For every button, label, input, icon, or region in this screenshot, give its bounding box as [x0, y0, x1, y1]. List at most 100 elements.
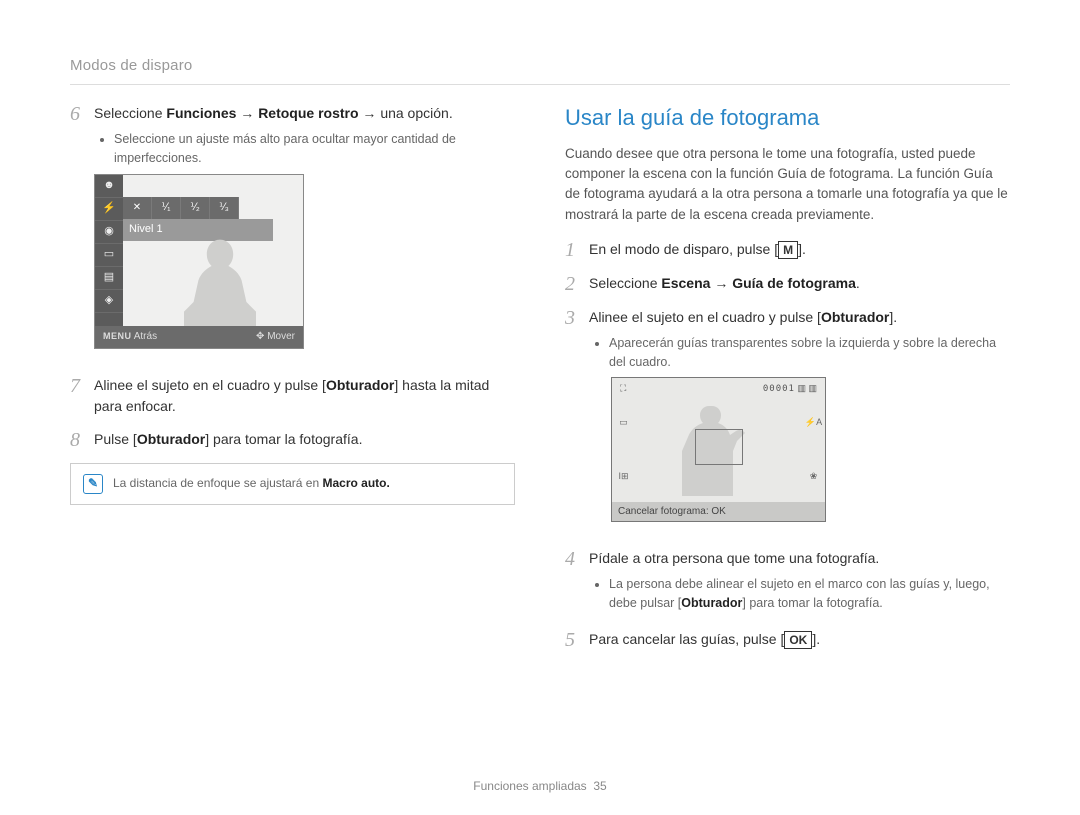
step-4: 4 Pídale a otra persona que tome una fot…: [565, 548, 1010, 617]
step-8: 8 Pulse [Obturador] para tomar la fotogr…: [70, 429, 515, 451]
shot-counter: 00001: [763, 384, 795, 394]
bullet: Aparecerán guías transparentes sobre la …: [609, 334, 1010, 372]
cell-frac3: ⅟₃: [210, 197, 239, 219]
lcd2-top-row: ⛶ 00001 ▥ ▥: [620, 382, 817, 397]
note-text: La distancia de enfoque se ajustará en M…: [113, 475, 390, 492]
step-2: 2 Seleccione Escena → Guía de fotograma.: [565, 273, 1010, 295]
focus-frame: [695, 429, 743, 465]
intro-text: Cuando desee que otra persona le tome un…: [565, 144, 1010, 225]
text: Pídale a otra persona que tome una fotog…: [589, 550, 879, 566]
nav-icon: ✥: [256, 331, 264, 342]
section-divider: [70, 84, 1010, 85]
step-body: Pídale a otra persona que tome una fotog…: [589, 548, 1010, 617]
bold-guia: Guía de fotograma: [732, 275, 856, 291]
text: Para cancelar las guías, pulse [: [589, 631, 784, 647]
step-body: Seleccione Escena → Guía de fotograma.: [589, 273, 1010, 295]
step-body: Seleccione Funciones → Retoque rostro → …: [94, 103, 515, 363]
step-body: Para cancelar las guías, pulse [OK].: [589, 629, 1010, 651]
bold-obturador: Obturador: [681, 596, 742, 610]
step-body: Pulse [Obturador] para tomar la fotograf…: [94, 429, 515, 451]
icon-voice: ◈: [95, 290, 123, 313]
lcd2-top-right: 00001 ▥ ▥: [763, 382, 817, 397]
text: ].: [798, 241, 806, 257]
icon-metering: ◉: [95, 221, 123, 244]
breadcrumb: Modos de disparo: [70, 55, 1010, 76]
lcd-level-cells: ✕ ⅟₁ ⅟₂ ⅟₃: [123, 197, 239, 219]
icon-quality: ▤: [95, 267, 123, 290]
text: ].: [889, 309, 897, 325]
battery-icon: ▥ ▥: [797, 383, 817, 393]
bold-obturador: Obturador: [326, 377, 394, 393]
text: Alinee el sujeto en el cuadro y pulse [: [94, 377, 326, 393]
icon-iso: I⊞: [618, 470, 628, 484]
icon-flash-auto: ⚡A: [805, 416, 822, 430]
text: ].: [812, 631, 820, 647]
mode-indicator-icon: ⛶: [620, 382, 626, 397]
move-label: Mover: [267, 331, 295, 342]
text: ] para tomar la fotografía.: [742, 596, 882, 610]
bold-retoque: Retoque rostro: [258, 105, 358, 121]
step-number: 5: [565, 629, 589, 651]
text: La distancia de enfoque se ajustará en: [113, 476, 322, 490]
note-icon: ✎: [83, 474, 103, 494]
back-label: Atrás: [134, 331, 157, 342]
bold-escena: Escena: [661, 275, 710, 291]
step-7: 7 Alinee el sujeto en el cuadro y pulse …: [70, 375, 515, 417]
step-6: 6 Seleccione Funciones → Retoque rostro …: [70, 103, 515, 363]
page-footer: Funciones ampliadas 35: [0, 778, 1080, 795]
icon-face-retouch: ☻: [95, 175, 123, 198]
icon-size: ▭: [619, 416, 628, 430]
arrow: →: [240, 105, 258, 121]
icon-resolution: ▭: [95, 244, 123, 267]
step-number: 3: [565, 307, 589, 537]
bold-obturador: Obturador: [137, 431, 205, 447]
menu-label: MENU: [103, 331, 132, 341]
step-number: 8: [70, 429, 94, 451]
arrow: →: [362, 105, 380, 121]
footer-section: Funciones ampliadas: [473, 779, 586, 793]
content-columns: 6 Seleccione Funciones → Retoque rostro …: [70, 103, 1010, 663]
text: ] para tomar la fotografía.: [205, 431, 362, 447]
mode-dial-icon: M: [778, 241, 798, 259]
arrow: →: [710, 275, 732, 291]
camera-lcd-retouch: ☻ ⚡ ◉ ▭ ▤ ◈ ✕ ⅟₁ ⅟₂ ⅟₃: [94, 174, 304, 349]
text: una opción.: [380, 105, 452, 121]
ok-button-glyph: OK: [784, 631, 812, 649]
right-column: Usar la guía de fotograma Cuando desee q…: [565, 103, 1010, 663]
bold-funciones: Funciones: [166, 105, 236, 121]
text: Pulse [: [94, 431, 137, 447]
bold-macro: Macro auto.: [322, 476, 389, 490]
step-3: 3 Alinee el sujeto en el cuadro y pulse …: [565, 307, 1010, 537]
lcd-footer-left: MENU Atrás: [103, 329, 157, 344]
step-number: 7: [70, 375, 94, 417]
step-number: 4: [565, 548, 589, 617]
step-number: 6: [70, 103, 94, 363]
cell-frac1: ⅟₁: [152, 197, 181, 219]
bullet: Seleccione un ajuste más alto para ocult…: [114, 130, 515, 168]
cell-off: ✕: [123, 197, 152, 219]
lcd-icon-column: ☻ ⚡ ◉ ▭ ▤ ◈: [95, 175, 123, 348]
step-1: 1 En el modo de disparo, pulse [M].: [565, 239, 1010, 261]
bullet: La persona debe alinear el sujeto en el …: [609, 575, 1010, 613]
left-column: 6 Seleccione Funciones → Retoque rostro …: [70, 103, 515, 663]
step-body: Alinee el sujeto en el cuadro y pulse [O…: [589, 307, 1010, 537]
step-5: 5 Para cancelar las guías, pulse [OK].: [565, 629, 1010, 651]
step-number: 1: [565, 239, 589, 261]
step-body: Alinee el sujeto en el cuadro y pulse [O…: [94, 375, 515, 417]
lcd-footer: MENU Atrás ✥ Mover: [95, 326, 303, 348]
text: Seleccione: [589, 275, 661, 291]
step-body: En el modo de disparo, pulse [M].: [589, 239, 1010, 261]
step-number: 2: [565, 273, 589, 295]
lcd2-footer: Cancelar fotograma: OK: [612, 502, 825, 521]
footer-page-number: 35: [593, 779, 606, 793]
cell-frac2: ⅟₂: [181, 197, 210, 219]
lcd2-left-icons: ▭ I⊞: [616, 396, 631, 503]
icon-macro: ❀: [810, 470, 818, 484]
bold-obturador: Obturador: [821, 309, 889, 325]
text: .: [856, 275, 860, 291]
lcd2-right-icons: ⚡A ❀: [806, 396, 821, 503]
text: Alinee el sujeto en el cuadro y pulse [: [589, 309, 821, 325]
page: Modos de disparo 6 Seleccione Funciones …: [0, 0, 1080, 815]
section-title: Usar la guía de fotograma: [565, 103, 1010, 134]
note-box: ✎ La distancia de enfoque se ajustará en…: [70, 463, 515, 505]
